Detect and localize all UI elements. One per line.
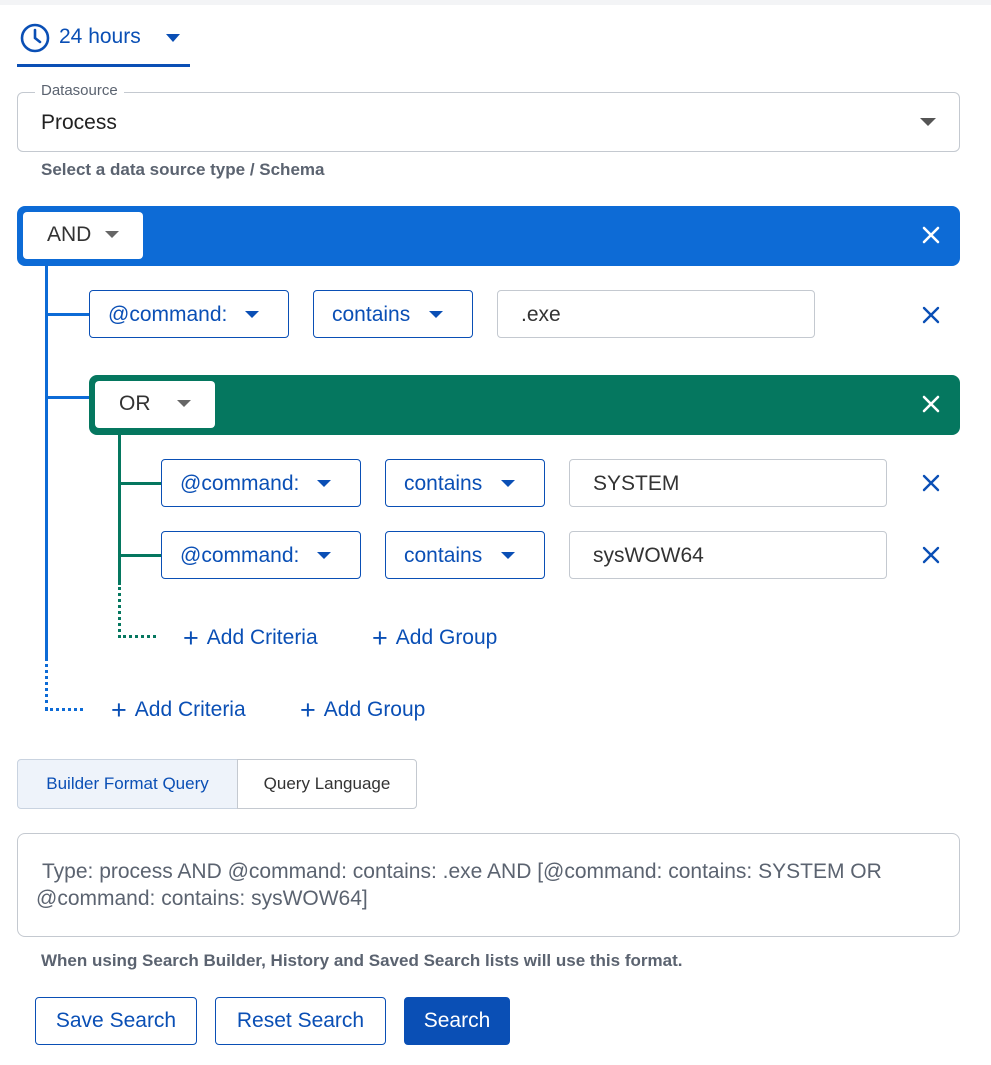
criteria-value-input[interactable]: sysWOW64 — [569, 531, 887, 579]
chevron-down-icon — [429, 311, 443, 318]
time-range-underline — [17, 64, 190, 67]
or-tree-line — [118, 434, 121, 582]
datasource-select[interactable] — [17, 92, 960, 152]
remove-criteria-close-icon[interactable] — [919, 303, 943, 327]
remove-criteria-close-icon[interactable] — [919, 471, 943, 495]
or-add-criteria-link[interactable]: + Add Criteria — [183, 623, 318, 656]
criteria-field-label: @command: — [108, 303, 228, 326]
and-operator-select[interactable]: AND — [23, 212, 143, 259]
criteria-condition-label: contains — [404, 544, 483, 567]
and-tree-line — [45, 265, 48, 657]
add-criteria-label: Add Criteria — [134, 698, 246, 721]
clock-icon — [20, 23, 50, 53]
query-text-area[interactable]: Type: process AND @command: contains: .e… — [17, 833, 960, 937]
criteria-value-text: .exe — [521, 303, 561, 326]
criteria-condition-select[interactable]: contains — [385, 459, 545, 507]
reset-search-button[interactable]: Reset Search — [215, 997, 386, 1045]
criteria-field-select[interactable]: @command: — [161, 459, 361, 507]
chevron-down-icon — [105, 231, 119, 238]
criteria-condition-select[interactable]: contains — [385, 531, 545, 579]
chevron-down-icon — [501, 552, 515, 559]
datasource-value: Process — [41, 111, 117, 134]
plus-icon: + — [300, 695, 316, 725]
plus-icon: + — [372, 623, 388, 653]
query-text: Type: process AND @command: contains: .e… — [36, 860, 882, 910]
chevron-down-icon — [245, 311, 259, 318]
plus-icon: + — [183, 623, 199, 653]
chevron-down-icon — [166, 34, 180, 42]
datasource-caret-icon[interactable] — [920, 118, 936, 126]
criteria-field-label: @command: — [180, 472, 300, 495]
or-dotted-branch — [118, 635, 156, 638]
criteria-field-label: @command: — [180, 544, 300, 567]
and-add-group-link[interactable]: + Add Group — [300, 695, 426, 728]
criteria-field-select[interactable]: @command: — [161, 531, 361, 579]
operator-label: OR — [119, 392, 151, 415]
criteria-value-text: sysWOW64 — [593, 544, 704, 567]
criteria-condition-label: contains — [332, 303, 411, 326]
criteria-value-text: SYSTEM — [593, 472, 680, 495]
operator-label: AND — [47, 223, 92, 246]
or-group-header — [89, 375, 960, 435]
remove-or-group-close-icon[interactable] — [919, 392, 943, 416]
query-format-hint: When using Search Builder, History and S… — [41, 951, 683, 970]
and-branch-line — [45, 396, 90, 399]
and-dotted-branch — [45, 708, 83, 711]
add-criteria-label: Add Criteria — [206, 626, 318, 649]
top-strip — [0, 0, 991, 5]
or-operator-select[interactable]: OR — [95, 381, 215, 428]
time-range-selector[interactable]: 24 hours — [17, 16, 190, 68]
plus-icon: + — [111, 695, 127, 725]
add-group-label: Add Group — [395, 626, 498, 649]
criteria-value-input[interactable]: .exe — [497, 290, 815, 338]
datasource-hint: Select a data source type / Schema — [41, 160, 325, 179]
tab-query-language[interactable]: Query Language — [237, 759, 417, 809]
tab-builder-format-query[interactable]: Builder Format Query — [17, 759, 238, 809]
criteria-condition-select[interactable]: contains — [313, 290, 473, 338]
search-button[interactable]: Search — [404, 997, 510, 1045]
chevron-down-icon — [501, 480, 515, 487]
and-dotted-line — [45, 657, 48, 711]
chevron-down-icon — [317, 480, 331, 487]
chevron-down-icon — [317, 552, 331, 559]
or-branch-line — [118, 554, 162, 557]
or-dotted-line — [118, 582, 121, 638]
and-add-criteria-link[interactable]: + Add Criteria — [111, 695, 246, 728]
or-add-group-link[interactable]: + Add Group — [372, 623, 498, 656]
criteria-field-select[interactable]: @command: — [89, 290, 289, 338]
and-branch-line — [45, 313, 90, 316]
save-search-button[interactable]: Save Search — [35, 997, 197, 1045]
datasource-legend: Datasource — [35, 82, 124, 99]
add-group-label: Add Group — [323, 698, 426, 721]
and-group-header — [17, 206, 960, 266]
criteria-value-input[interactable]: SYSTEM — [569, 459, 887, 507]
remove-and-group-close-icon[interactable] — [919, 223, 943, 247]
criteria-condition-label: contains — [404, 472, 483, 495]
or-branch-line — [118, 482, 162, 485]
remove-criteria-close-icon[interactable] — [919, 543, 943, 567]
time-range-label: 24 hours — [59, 25, 141, 48]
chevron-down-icon — [177, 400, 191, 407]
